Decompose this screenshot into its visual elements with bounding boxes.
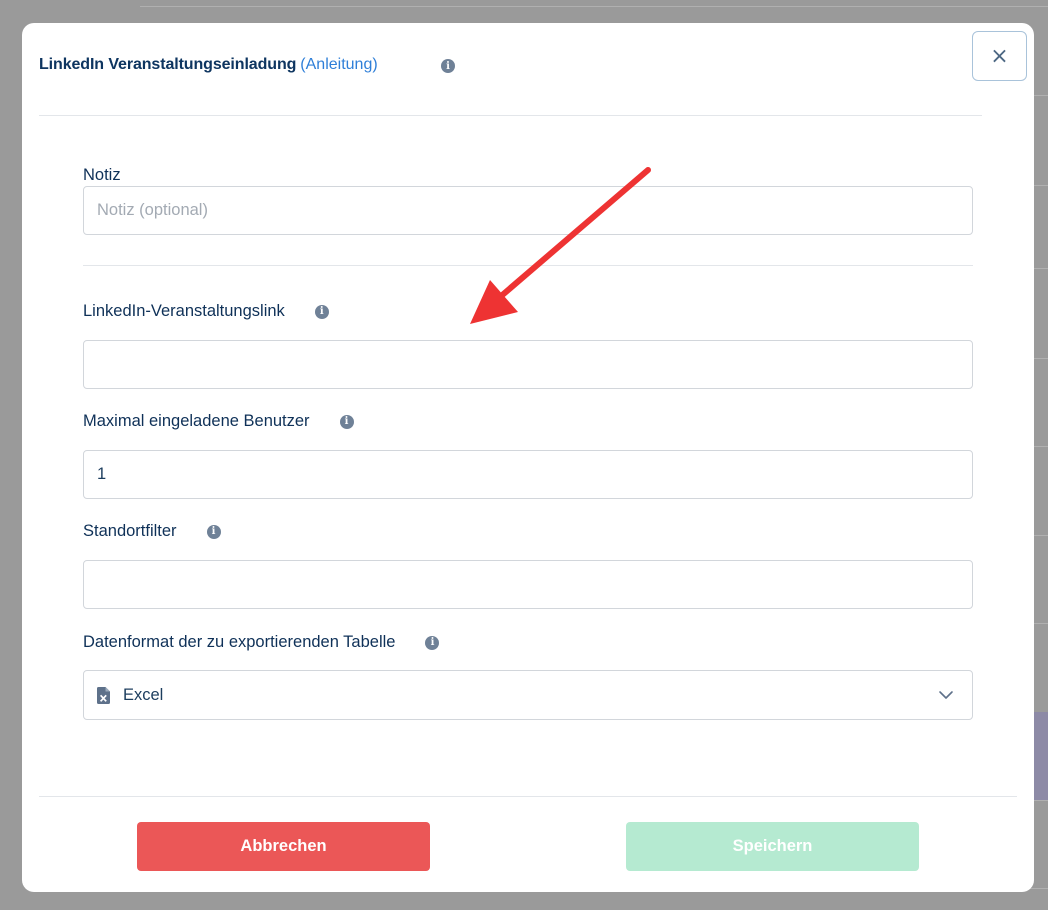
max-users-label-text: Maximal eingeladene Benutzer	[83, 412, 310, 430]
export-format-select[interactable]: Excel	[83, 670, 973, 720]
chevron-down-icon	[939, 691, 953, 699]
export-format-label-text: Datenformat der zu exportierenden Tabell…	[83, 633, 396, 651]
note-input[interactable]	[83, 186, 973, 235]
modal-title: LinkedIn Veranstaltungseinladung	[39, 56, 297, 73]
save-button[interactable]: Speichern	[626, 822, 919, 871]
export-format-value: Excel	[123, 685, 164, 704]
section-divider	[83, 265, 973, 266]
max-users-label: Maximal eingeladene Benutzer i	[83, 412, 354, 431]
event-link-input[interactable]	[83, 340, 973, 389]
cancel-button[interactable]: Abbrechen	[137, 822, 430, 871]
location-filter-info-icon[interactable]: i	[206, 524, 221, 539]
event-link-label-text: LinkedIn-Veranstaltungslink	[83, 302, 285, 320]
title-info-icon[interactable]: i	[441, 59, 455, 73]
note-label-text: Notiz	[83, 166, 121, 184]
guide-link[interactable]: (Anleitung)	[300, 56, 377, 74]
note-label: Notiz	[83, 166, 121, 185]
modal-title-row: LinkedIn Veranstaltungseinladung (Anleit…	[39, 56, 378, 74]
export-format-label: Datenformat der zu exportierenden Tabell…	[83, 633, 440, 652]
location-filter-label-text: Standortfilter	[83, 522, 177, 540]
footer-divider	[39, 796, 1017, 797]
export-format-info-icon[interactable]: i	[425, 635, 440, 650]
modal-dialog: LinkedIn Veranstaltungseinladung (Anleit…	[22, 23, 1034, 892]
excel-file-icon	[97, 686, 110, 704]
location-filter-input[interactable]	[83, 560, 973, 609]
location-filter-label: Standortfilter i	[83, 522, 221, 541]
event-link-label: LinkedIn-Veranstaltungslink i	[83, 302, 329, 321]
close-button[interactable]: ×	[972, 31, 1027, 81]
event-link-info-icon[interactable]: i	[314, 304, 329, 319]
max-users-input[interactable]	[83, 450, 973, 499]
backdrop-accent	[1034, 712, 1048, 800]
modal-header: LinkedIn Veranstaltungseinladung (Anleit…	[39, 23, 982, 116]
max-users-info-icon[interactable]: i	[339, 414, 354, 429]
